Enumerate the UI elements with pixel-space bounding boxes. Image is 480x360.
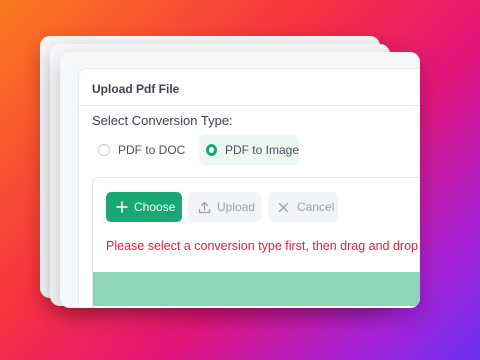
panel-title: Upload Pdf File (92, 82, 180, 96)
conversion-type-label: Select Conversion Type: (92, 113, 233, 128)
progress-bar (93, 272, 420, 306)
radio-unchecked-icon[interactable] (98, 144, 110, 156)
radio-label: PDF to Image (224, 143, 299, 157)
main-card: Upload Pdf File Select Conversion Type: … (60, 52, 420, 308)
plus-icon (116, 201, 128, 213)
choose-button[interactable]: Choose (106, 192, 182, 222)
upload-panel: Upload Pdf File Select Conversion Type: … (78, 68, 420, 308)
radio-checked-icon[interactable] (206, 144, 217, 156)
cancel-label: Cancel (297, 200, 335, 214)
header-divider (79, 105, 420, 106)
upload-button[interactable]: Upload (188, 192, 261, 222)
upload-label: Upload (217, 200, 256, 214)
file-upload-box: Choose Upload Cancel Please select a con… (92, 177, 420, 308)
upload-icon (198, 201, 211, 213)
cancel-button[interactable]: Cancel (268, 192, 338, 222)
radio-label: PDF to DOC (118, 143, 186, 157)
radio-pdf-to-doc[interactable]: PDF to DOC (91, 135, 187, 165)
close-icon (278, 202, 289, 212)
radio-pdf-to-image[interactable]: PDF to Image (199, 135, 299, 165)
validation-message: Please select a conversion type first, t… (106, 239, 418, 253)
choose-label: Choose (134, 200, 176, 214)
